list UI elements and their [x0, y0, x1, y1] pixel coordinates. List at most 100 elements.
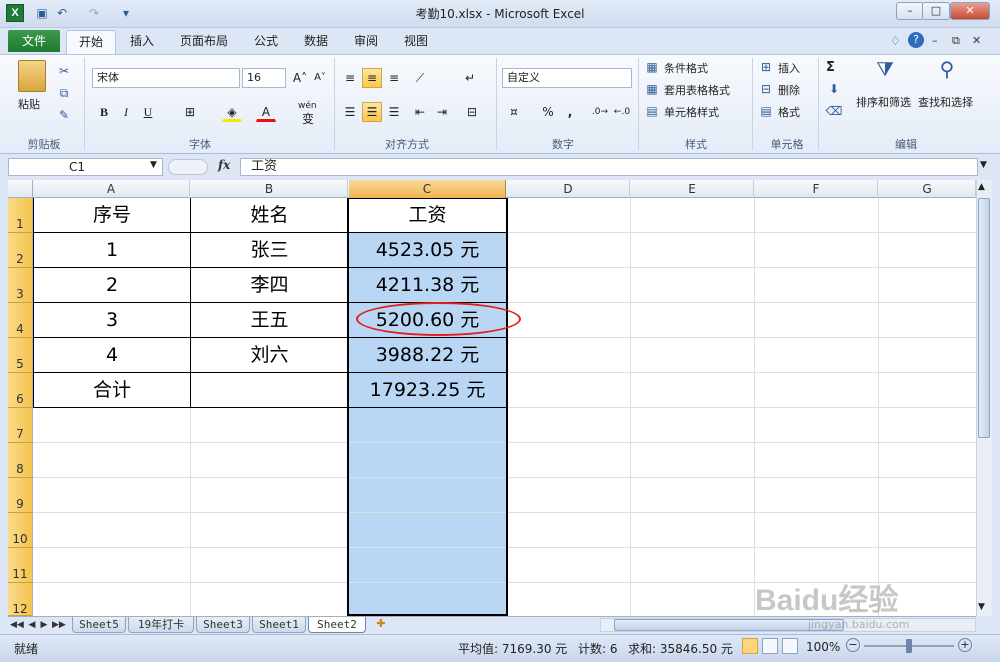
italic-button[interactable]: I: [116, 102, 136, 122]
format-painter-icon[interactable]: ✎: [54, 106, 74, 124]
column-header[interactable]: C: [349, 180, 506, 198]
page-layout-view-icon[interactable]: [762, 638, 778, 654]
insert-sheet-icon[interactable]: ✚: [370, 617, 392, 633]
percent-button[interactable]: %: [538, 102, 558, 122]
autosum-button[interactable]: Σ: [826, 60, 835, 75]
tab-data[interactable]: 数据: [296, 30, 336, 54]
cell-B5[interactable]: 刘六: [191, 338, 348, 373]
row-header[interactable]: 1: [8, 198, 33, 233]
column-header[interactable]: B: [191, 180, 348, 198]
insert-cells-icon[interactable]: ⊞: [756, 58, 776, 76]
doc-restore-icon[interactable]: ⧉: [952, 34, 960, 48]
copy-icon[interactable]: ⧉: [54, 84, 74, 102]
sheet-tab-active[interactable]: Sheet2: [308, 617, 366, 633]
delete-cells-icon[interactable]: ⊟: [756, 80, 776, 98]
border-icon[interactable]: ⊞: [180, 102, 200, 122]
number-format-dropdown[interactable]: 自定义: [502, 68, 632, 88]
format-cells-icon[interactable]: ▤: [756, 102, 776, 120]
prev-sheet-icon[interactable]: ◀: [26, 618, 38, 632]
insert-cells-button[interactable]: 插入: [778, 60, 800, 76]
cell-styles-icon[interactable]: ▤: [642, 102, 662, 120]
tab-review[interactable]: 审阅: [346, 30, 386, 54]
format-table-icon[interactable]: ▦: [642, 80, 662, 98]
paste-icon[interactable]: [18, 60, 46, 92]
row-header[interactable]: 3: [8, 268, 33, 303]
row-header[interactable]: 10: [8, 513, 33, 548]
sort-filter-button[interactable]: 排序和筛选: [856, 94, 911, 110]
column-header[interactable]: D: [507, 180, 630, 198]
excel-app-icon[interactable]: X: [6, 4, 24, 22]
cell-C1[interactable]: 工资: [349, 198, 506, 233]
column-header[interactable]: A: [33, 180, 190, 198]
align-left-icon[interactable]: ☰: [340, 102, 360, 122]
doc-minimize-icon[interactable]: –: [932, 34, 938, 47]
zoom-in-icon[interactable]: +: [958, 638, 972, 652]
sheet-tab[interactable]: Sheet5: [72, 617, 126, 633]
cell-B3[interactable]: 李四: [191, 268, 348, 303]
cell-B6[interactable]: [191, 373, 348, 408]
minimize-button[interactable]: –: [896, 2, 924, 20]
increase-indent-icon[interactable]: ⇥: [432, 102, 452, 122]
row-header[interactable]: 4: [8, 303, 33, 338]
formula-input[interactable]: 工资: [240, 158, 978, 176]
ribbon-minimize-icon[interactable]: ♢: [890, 34, 901, 48]
font-name-dropdown[interactable]: 宋体: [92, 68, 240, 88]
sheet-tab[interactable]: Sheet3: [196, 617, 250, 633]
formula-bar-slider[interactable]: [168, 159, 208, 175]
name-box[interactable]: C1: [8, 158, 163, 176]
increase-decimal-icon[interactable]: .0→: [590, 102, 610, 122]
next-sheet-icon[interactable]: ▶: [38, 618, 50, 632]
save-icon[interactable]: ▣: [34, 5, 50, 21]
comma-button[interactable]: ,: [560, 102, 580, 122]
cell-C6[interactable]: 17923.25 元: [349, 373, 506, 408]
shrink-font-icon[interactable]: A˅: [310, 68, 330, 88]
cell-A1[interactable]: 序号: [34, 198, 190, 233]
cell-A4[interactable]: 3: [34, 303, 190, 338]
last-sheet-icon[interactable]: ▶▶: [52, 618, 66, 632]
scroll-down-icon[interactable]: ▼: [978, 602, 985, 612]
cell-B2[interactable]: 张三: [191, 233, 348, 268]
format-cells-button[interactable]: 格式: [778, 104, 800, 120]
sheet-tab[interactable]: Sheet1: [252, 617, 306, 633]
tab-view[interactable]: 视图: [396, 30, 436, 54]
align-bottom-icon[interactable]: ≡: [384, 68, 404, 88]
redo-icon[interactable]: ↷: [86, 5, 102, 21]
zoom-slider-thumb[interactable]: [906, 639, 912, 653]
scroll-up-icon[interactable]: ▲: [978, 182, 985, 192]
cell-B1[interactable]: 姓名: [191, 198, 348, 233]
row-header[interactable]: 12: [8, 583, 33, 616]
tab-home[interactable]: 开始: [66, 30, 116, 54]
fill-color-icon[interactable]: ◈: [222, 102, 242, 122]
doc-close-icon[interactable]: ✕: [972, 34, 981, 47]
cell-A2[interactable]: 1: [34, 233, 190, 268]
cell-C5[interactable]: 3988.22 元: [349, 338, 506, 373]
undo-icon[interactable]: ↶: [54, 5, 70, 21]
align-middle-icon[interactable]: ≡: [362, 68, 382, 88]
cell-A3[interactable]: 2: [34, 268, 190, 303]
cell-C2[interactable]: 4523.05 元: [349, 233, 506, 268]
customize-icon[interactable]: ▾: [118, 5, 134, 21]
underline-button[interactable]: U: [138, 102, 158, 122]
find-select-icon[interactable]: ⚲: [932, 59, 962, 88]
sort-filter-icon[interactable]: ⧩: [870, 59, 900, 88]
expand-formula-icon[interactable]: ▼: [980, 160, 987, 170]
cell-A6[interactable]: 合计: [34, 373, 190, 408]
conditional-format-button[interactable]: 条件格式: [664, 60, 708, 76]
row-header[interactable]: 2: [8, 233, 33, 268]
cell-A5[interactable]: 4: [34, 338, 190, 373]
tab-file[interactable]: 文件: [8, 30, 60, 52]
find-select-button[interactable]: 查找和选择: [918, 94, 973, 110]
close-button[interactable]: ✕: [950, 2, 990, 20]
clear-icon[interactable]: ⌫: [824, 102, 844, 120]
decrease-indent-icon[interactable]: ⇤: [410, 102, 430, 122]
tab-page-layout[interactable]: 页面布局: [172, 30, 236, 54]
wrap-text-icon[interactable]: ↵: [460, 68, 480, 88]
name-box-dropdown-icon[interactable]: ▼: [150, 160, 157, 170]
column-header[interactable]: E: [631, 180, 754, 198]
bold-button[interactable]: B: [94, 102, 114, 122]
tab-formulas[interactable]: 公式: [246, 30, 286, 54]
row-header[interactable]: 9: [8, 478, 33, 513]
maximize-button[interactable]: □: [922, 2, 950, 20]
row-header[interactable]: 11: [8, 548, 33, 583]
delete-cells-button[interactable]: 删除: [778, 82, 800, 98]
